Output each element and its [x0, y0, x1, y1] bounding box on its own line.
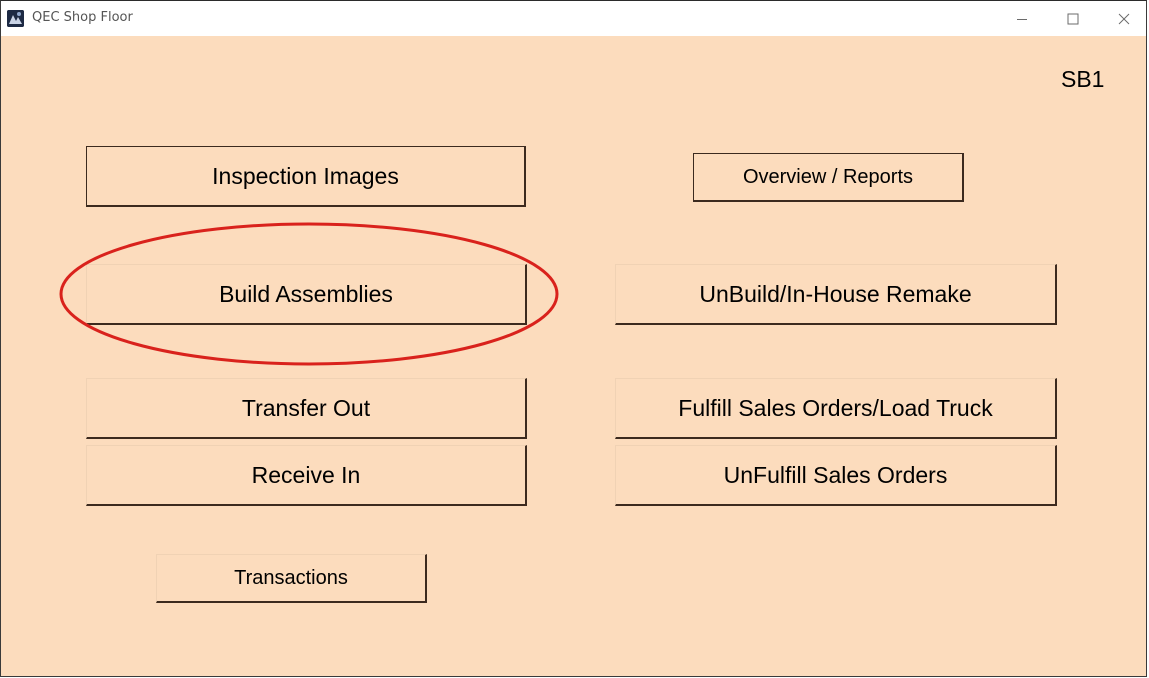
app-logo-icon — [7, 10, 24, 27]
window-title: QEC Shop Floor — [32, 10, 133, 25]
maximize-icon — [1067, 13, 1079, 24]
title-bar[interactable]: QEC Shop Floor — [1, 1, 1146, 36]
inspection-images-button[interactable]: Inspection Images — [86, 146, 526, 207]
maximize-button[interactable] — [1048, 1, 1098, 36]
app-window: QEC Shop Floor SB1 Inspection Images Ove… — [0, 0, 1147, 677]
transfer-out-button[interactable]: Transfer Out — [86, 378, 527, 439]
close-button[interactable] — [1099, 1, 1149, 36]
station-label: SB1 — [1061, 66, 1105, 92]
unbuild-remake-button[interactable]: UnBuild/In-House Remake — [615, 264, 1057, 325]
minimize-icon — [1017, 18, 1027, 20]
close-icon — [1118, 13, 1130, 24]
transactions-button[interactable]: Transactions — [156, 554, 427, 603]
build-assemblies-button[interactable]: Build Assemblies — [86, 264, 527, 325]
fulfill-sales-orders-button[interactable]: Fulfill Sales Orders/Load Truck — [615, 378, 1057, 439]
unfulfill-sales-orders-button[interactable]: UnFulfill Sales Orders — [615, 445, 1057, 506]
receive-in-button[interactable]: Receive In — [86, 445, 527, 506]
overview-reports-button[interactable]: Overview / Reports — [693, 153, 964, 202]
main-panel: SB1 Inspection Images Overview / Reports… — [1, 36, 1146, 676]
minimize-button[interactable] — [997, 1, 1047, 36]
